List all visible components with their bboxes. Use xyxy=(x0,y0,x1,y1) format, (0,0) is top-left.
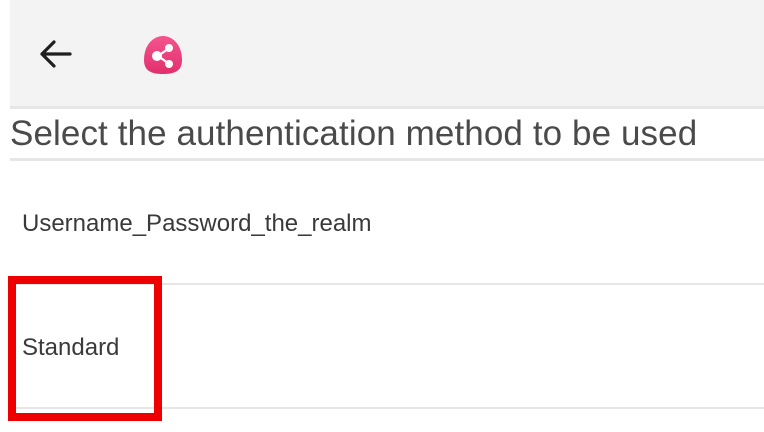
arrow-left-icon xyxy=(40,40,72,68)
row-divider xyxy=(10,283,764,285)
row-divider xyxy=(10,407,764,409)
option-username-password-realm[interactable]: Username_Password_the_realm xyxy=(10,164,764,282)
auth-method-screen: Select the authentication method to be u… xyxy=(0,0,764,432)
option-label: Username_Password_the_realm xyxy=(22,210,372,237)
option-label: Standard xyxy=(22,334,120,361)
app-logo xyxy=(138,32,188,78)
page-title: Select the authentication method to be u… xyxy=(10,114,698,153)
title-divider xyxy=(10,158,764,161)
toolbar xyxy=(10,0,764,106)
share-nodes-icon xyxy=(144,36,182,74)
back-button[interactable] xyxy=(36,34,76,74)
option-standard[interactable]: Standard xyxy=(10,286,764,406)
toolbar-divider xyxy=(10,106,764,109)
